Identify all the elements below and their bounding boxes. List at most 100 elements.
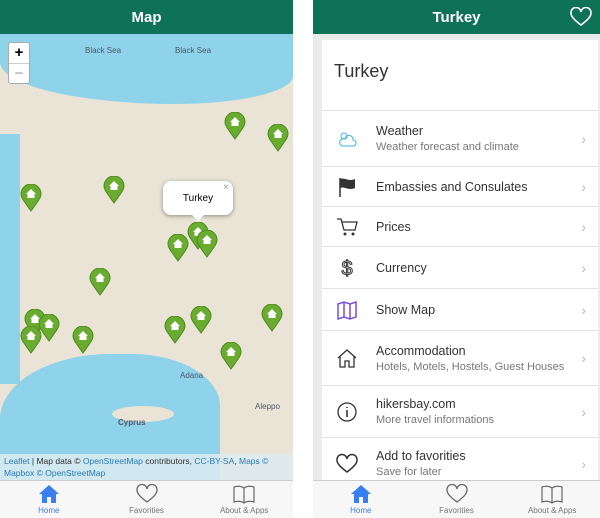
tab-label: Home	[350, 506, 372, 515]
map-marker[interactable]	[20, 325, 42, 354]
tab-bar: Home Favorities About & Apps	[313, 480, 600, 518]
tab-bar: Home Favorities About & Apps	[0, 480, 293, 518]
chevron-right-icon: ›	[581, 218, 586, 235]
menu-item-embassies-and-consulates[interactable]: Embassies and Consulates ›	[322, 166, 598, 206]
favorite-heart-icon[interactable]	[570, 7, 592, 27]
menu-item-hikersbay-com[interactable]: hikersbay.com More travel informations ›	[322, 385, 598, 437]
svg-text:$: $	[341, 258, 352, 279]
map-marker[interactable]	[167, 233, 189, 262]
item-title: Accommodation	[376, 343, 466, 358]
map-marker[interactable]	[196, 229, 218, 258]
item-subtitle: Weather forecast and climate	[376, 141, 519, 153]
header-title: Turkey	[432, 8, 481, 26]
item-title: Show Map	[376, 302, 436, 317]
item-title: Weather	[376, 124, 424, 138]
tab-home[interactable]: Home	[0, 481, 98, 518]
map-marker[interactable]	[164, 315, 186, 344]
item-subtitle: Hotels, Motels, Hostels, Guest Houses	[376, 360, 565, 373]
item-subtitle: Save for later	[376, 466, 442, 478]
chevron-right-icon: ›	[581, 403, 586, 420]
header-title: Map	[131, 8, 162, 26]
country-card: Turkey Weather Weather forecast and clima…	[322, 40, 598, 480]
map-marker[interactable]	[103, 175, 125, 204]
country-header: Turkey	[313, 0, 600, 34]
menu-item-prices[interactable]: Prices ›	[322, 206, 598, 246]
chevron-right-icon: ›	[581, 178, 586, 195]
tab-label: About & Apps	[219, 506, 269, 515]
heart-icon	[135, 484, 158, 503]
info-icon	[334, 401, 360, 423]
house-marker-icon	[20, 325, 42, 354]
chevron-right-icon: ›	[581, 259, 586, 276]
map-icon	[334, 299, 360, 321]
map-label: Aleppo	[255, 402, 280, 411]
map-marker[interactable]	[224, 111, 246, 140]
map-marker[interactable]	[89, 267, 111, 296]
home-icon	[350, 485, 371, 503]
item-title: Currency	[376, 260, 427, 275]
tab-about[interactable]: About & Apps	[195, 481, 293, 518]
popup-text: Turkey	[182, 192, 214, 204]
map-header: Map	[0, 0, 293, 34]
aegean-sea	[0, 134, 20, 384]
map-marker[interactable]	[220, 341, 242, 370]
tab-label: About & Apps	[527, 506, 577, 515]
attr-text: contributors,	[142, 456, 195, 466]
tab-label: Favorities	[129, 506, 164, 515]
heart-icon	[445, 484, 468, 503]
house-marker-icon	[267, 123, 289, 152]
house-marker-icon	[224, 111, 246, 140]
zoom-out-button[interactable]: −	[9, 63, 29, 83]
chevron-right-icon: ›	[581, 301, 586, 318]
map-marker[interactable]	[190, 305, 212, 334]
house-marker-icon	[20, 183, 42, 212]
map-marker[interactable]	[20, 183, 42, 212]
osm-link[interactable]: OpenStreetMap	[83, 456, 143, 466]
house-marker-icon	[220, 341, 242, 370]
house-marker-icon	[190, 305, 212, 334]
zoom-in-button[interactable]: +	[9, 43, 29, 63]
house-marker-icon	[89, 267, 111, 296]
map-label: Black Sea	[85, 46, 122, 55]
item-title: Add to favorities	[376, 449, 466, 463]
menu-item-currency[interactable]: $ Currency ›	[322, 246, 598, 288]
map-marker[interactable]	[267, 123, 289, 152]
map-label: Black Sea	[175, 46, 212, 55]
tab-about[interactable]: About & Apps	[504, 481, 600, 518]
license-link[interactable]: CC-BY-SA	[194, 456, 234, 466]
map-label: Adana	[180, 371, 204, 380]
flag-icon	[334, 176, 360, 198]
house-marker-icon	[72, 325, 94, 354]
menu-item-weather[interactable]: Weather Weather forecast and climate ›	[322, 110, 598, 166]
chevron-right-icon: ›	[581, 130, 586, 147]
home-icon	[38, 485, 59, 503]
heart-icon	[334, 453, 360, 475]
leaflet-link[interactable]: Leaflet	[4, 456, 30, 466]
map-label: Cyprus	[118, 418, 146, 427]
book-icon	[541, 485, 563, 504]
weather-icon	[334, 128, 360, 150]
attr-text: | Map data ©	[29, 456, 83, 466]
map-view[interactable]: Black Sea Black Sea Cyprus Aleppo Adana …	[0, 34, 293, 480]
tab-favorities[interactable]: Favorities	[409, 481, 505, 518]
menu-item-accommodation[interactable]: Accommodation Hotels, Motels, Hostels, Gu…	[322, 330, 598, 385]
map-attribution: Leaflet | Map data © OpenStreetMap contr…	[0, 454, 293, 480]
map-marker[interactable]	[261, 303, 283, 332]
popup-close-button[interactable]: ×	[223, 182, 229, 193]
map-marker[interactable]	[72, 325, 94, 354]
tab-label: Favorities	[439, 506, 474, 515]
house-marker-icon	[167, 233, 189, 262]
zoom-control: + −	[8, 42, 30, 84]
tab-home[interactable]: Home	[313, 481, 409, 518]
black-sea	[0, 34, 293, 104]
book-icon	[233, 485, 255, 504]
house-icon	[334, 347, 360, 369]
country-screen: Turkey Turkey Weather Weather forecast an…	[313, 0, 600, 518]
house-marker-icon	[196, 229, 218, 258]
item-title: hikersbay.com	[376, 397, 456, 411]
tab-favorities[interactable]: Favorities	[98, 481, 196, 518]
tab-label: Home	[38, 506, 60, 515]
menu-item-show-map[interactable]: Show Map ›	[322, 288, 598, 330]
map-screen: Map Black Sea Black Sea Cyprus Aleppo Ad…	[0, 0, 293, 518]
item-subtitle: More travel informations	[376, 414, 494, 426]
